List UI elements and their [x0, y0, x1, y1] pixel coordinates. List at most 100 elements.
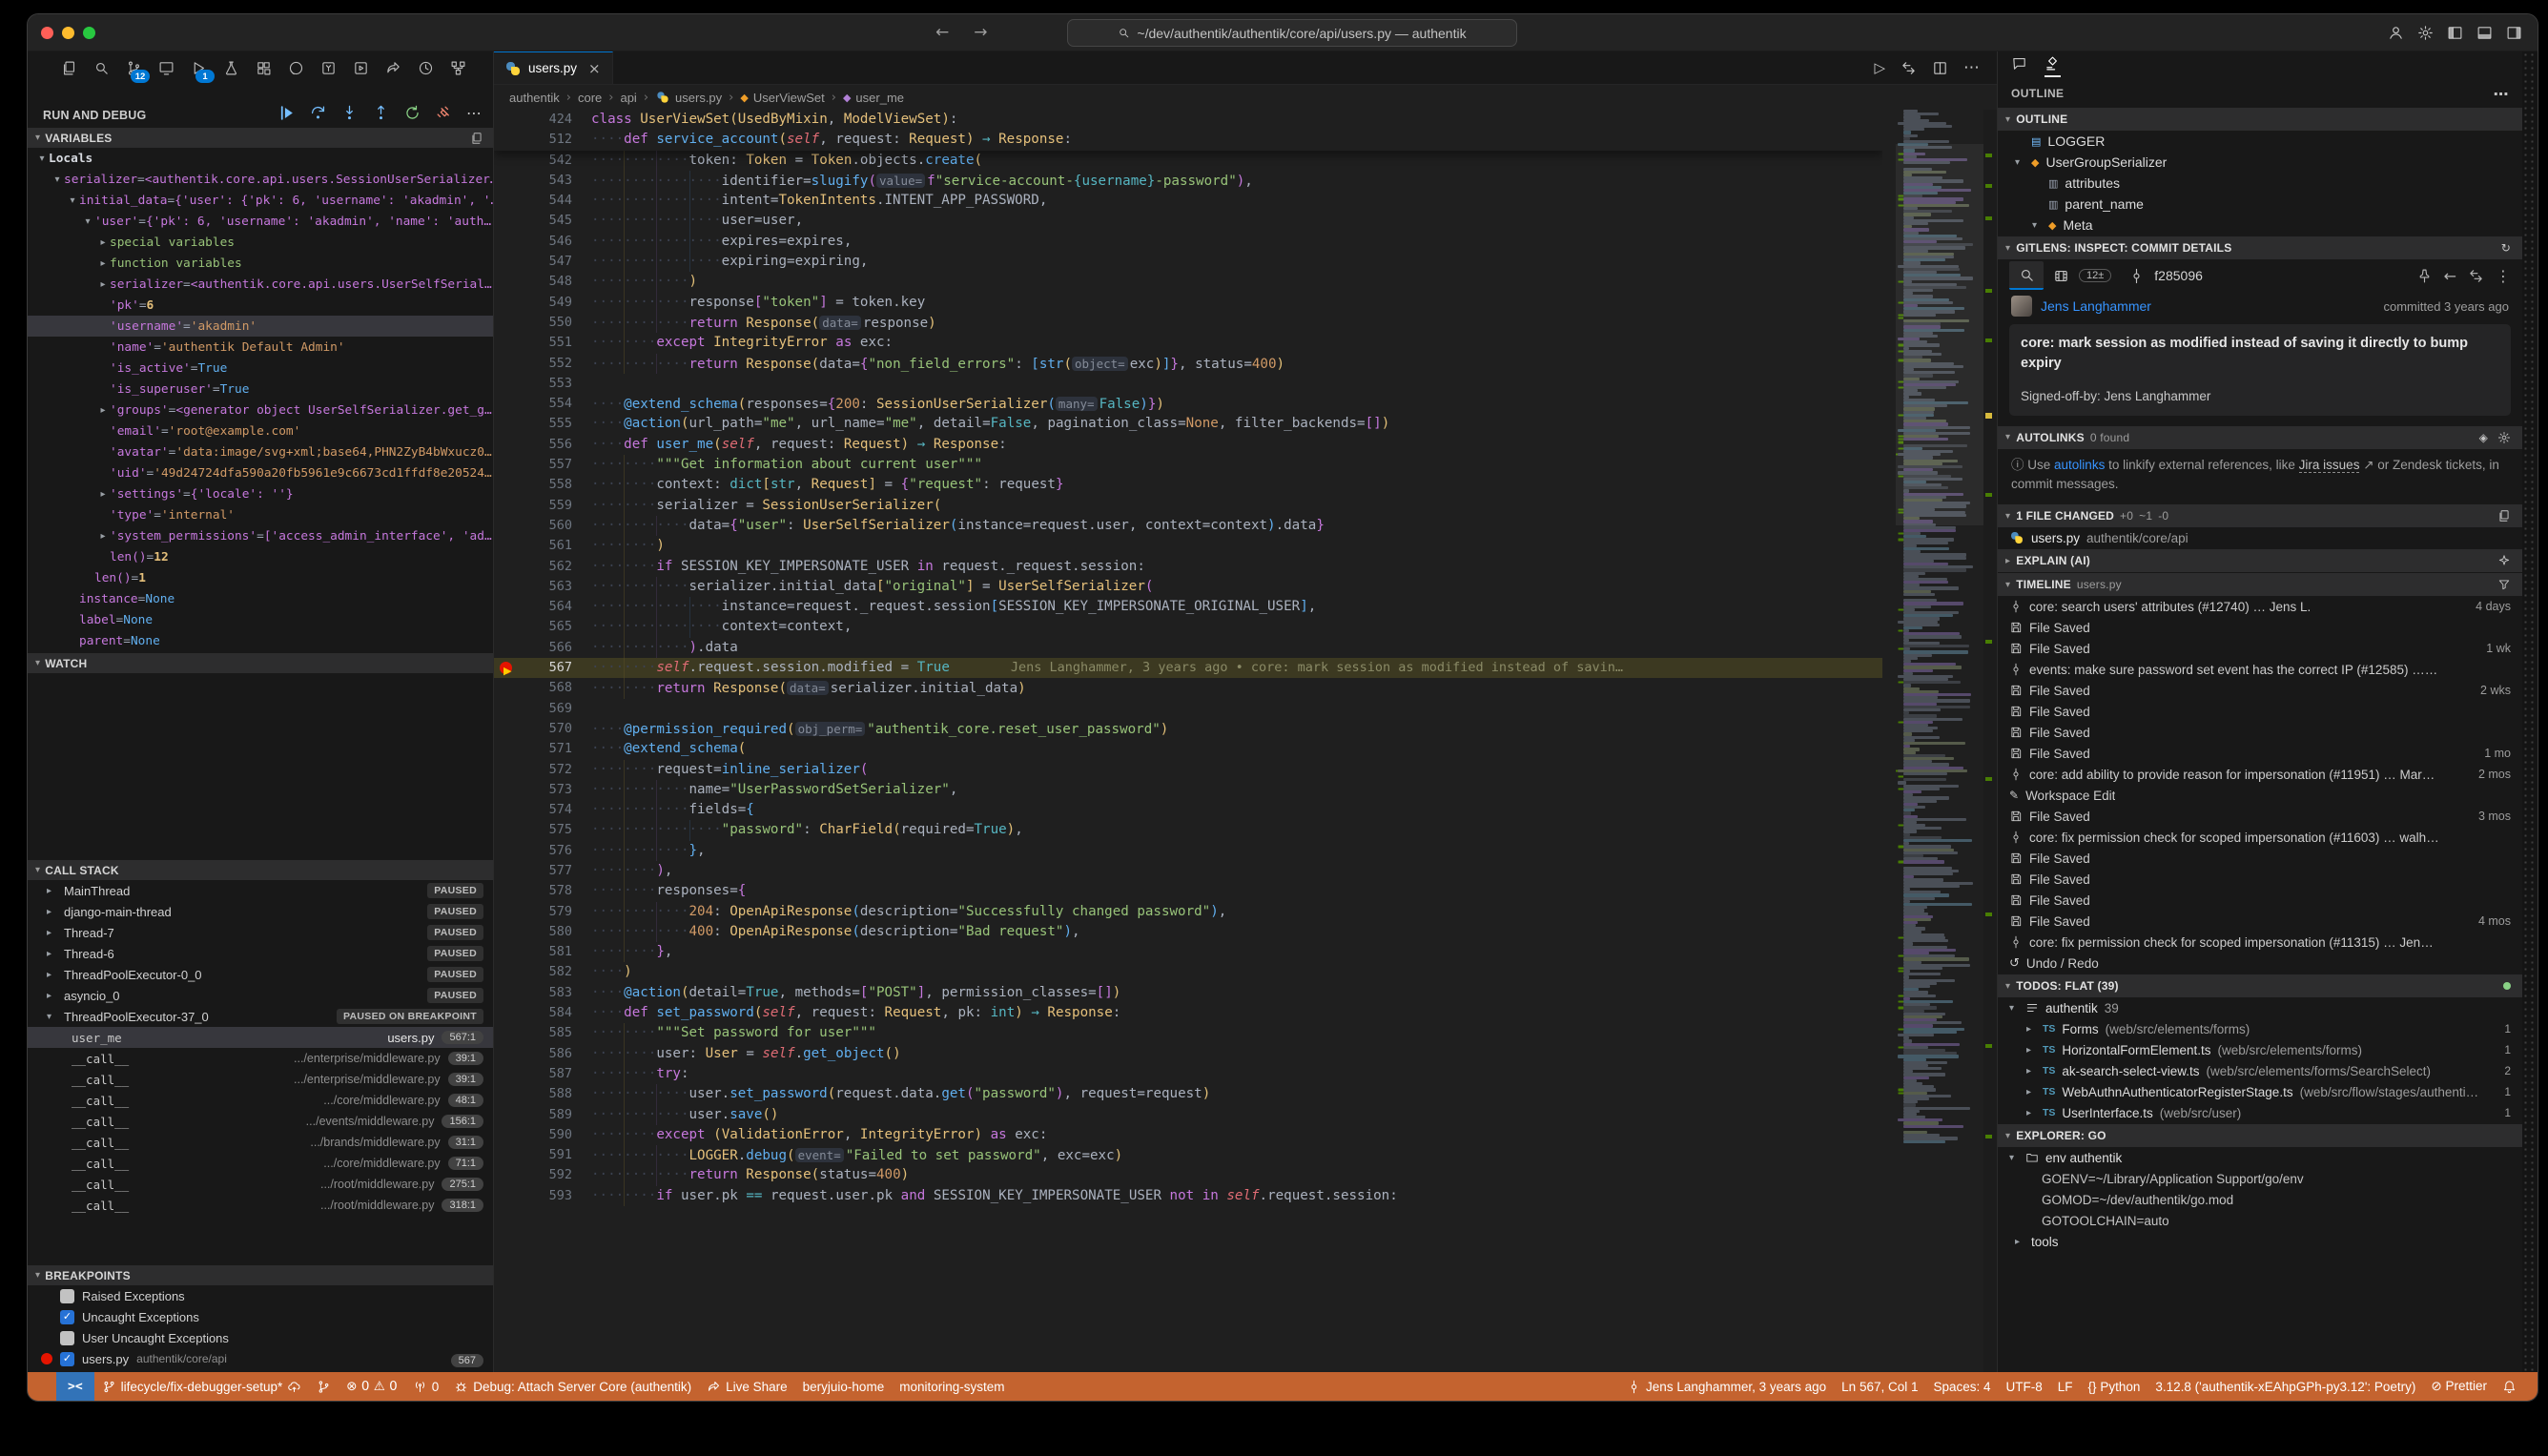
explorer-go-section-header[interactable]: ▾EXPLORER: GO — [1998, 1123, 2522, 1147]
gutter[interactable] — [494, 496, 523, 516]
variable-row[interactable]: ▸special variables — [28, 232, 493, 253]
activity-item-live-share[interactable] — [380, 55, 405, 80]
outline-item-attributes[interactable]: ▥attributes — [1998, 173, 2522, 194]
breakpoint-checkbox[interactable] — [60, 1289, 74, 1303]
filter-icon[interactable] — [2497, 578, 2511, 591]
split-editor-icon[interactable] — [1932, 60, 1948, 76]
gutter[interactable] — [494, 820, 523, 840]
todo-root-authentik[interactable]: ▾authentik39 — [1998, 997, 2522, 1018]
back-icon[interactable]: ← — [2444, 267, 2456, 285]
restart-button[interactable] — [403, 104, 421, 122]
code-line[interactable]: 569 — [494, 699, 1882, 719]
commit-author-link[interactable]: Jens Langhammer — [2041, 298, 2151, 314]
close-window-button[interactable] — [41, 27, 53, 39]
variable-row[interactable]: ▸serializer = <authentik.core.api.users.… — [28, 274, 493, 295]
timeline-item[interactable]: events: make sure password set event has… — [1998, 659, 2522, 680]
breakpoint-checkbox[interactable]: ✓ — [60, 1310, 74, 1324]
layout-sidebar-left-icon[interactable] — [2447, 25, 2463, 41]
call-stack-thread[interactable]: ▸Thread-6PAUSED — [28, 943, 493, 964]
gutter[interactable] — [494, 780, 523, 800]
timeline-section-header[interactable]: ▾TIMELINE users.py — [1998, 572, 2522, 596]
code-line[interactable]: 559········serializer = SessionUserSeria… — [494, 496, 1882, 516]
window-controls[interactable] — [41, 27, 95, 39]
code-line[interactable]: 565················context=context, — [494, 617, 1882, 637]
kebab-menu-icon[interactable]: ⋮ — [2496, 267, 2511, 285]
variable-row[interactable]: instance = None — [28, 588, 493, 609]
code-line[interactable]: 543················identifier=slugify(va… — [494, 171, 1882, 191]
call-stack-frame[interactable]: __call__.../enterprise/middleware.py39:1 — [28, 1069, 493, 1090]
gutter[interactable] — [494, 577, 523, 597]
autolink-icon[interactable]: ◈ — [2479, 431, 2488, 444]
sticky-line[interactable]: 424class UserViewSet(UsedByMixin, ModelV… — [494, 110, 1882, 130]
timeline-item[interactable]: core: add ability to provide reason for … — [1998, 764, 2522, 785]
gutter[interactable] — [494, 171, 523, 191]
code-line[interactable]: 558········context: dict[str, Request] =… — [494, 475, 1882, 495]
gutter[interactable] — [494, 617, 523, 637]
variable-row[interactable]: 'is_superuser' = True — [28, 379, 493, 400]
minimap-viewport[interactable] — [1896, 144, 1983, 525]
statusbar-monitoring-system[interactable]: monitoring-system — [892, 1380, 1012, 1394]
code-line[interactable]: 574············fields={ — [494, 800, 1882, 820]
activity-item-github-actions[interactable] — [348, 55, 373, 80]
code-area[interactable]: 542············token: Token = Token.obje… — [494, 151, 1882, 1206]
gutter[interactable] — [494, 719, 523, 739]
statusbar-indentation[interactable]: Spaces: 4 — [1925, 1380, 1998, 1394]
timeline-item[interactable]: ✎Workspace Edit — [1998, 785, 2522, 806]
code-line[interactable]: 552············return Response(data={"no… — [494, 354, 1882, 374]
activity-item-search[interactable] — [89, 55, 113, 80]
gutter[interactable] — [494, 333, 523, 353]
timeline-item[interactable]: core: fix permission check for scoped im… — [1998, 932, 2522, 953]
gutter[interactable] — [494, 922, 523, 942]
variable-row[interactable]: 'email' = 'root@example.com' — [28, 420, 493, 441]
step-out-button[interactable] — [372, 104, 390, 122]
variable-row[interactable]: 'avatar' = 'data:image/svg+xml;base64,PH… — [28, 441, 493, 462]
explain-ai-section-header[interactable]: ▸EXPLAIN (AI) — [1998, 548, 2522, 572]
code-line[interactable]: 583····@action(detail=True, methods=["PO… — [494, 983, 1882, 1003]
call-stack-section-header[interactable]: ▾ CALL STACK — [28, 860, 493, 880]
code-line[interactable]: 544················intent=TokenIntents.I… — [494, 191, 1882, 211]
gutter[interactable] — [494, 739, 523, 759]
changed-file-row[interactable]: users.py authentik/core/api — [1998, 527, 2522, 548]
gutter[interactable] — [494, 475, 523, 495]
code-line[interactable]: 573············name="UserPasswordSetSeri… — [494, 780, 1882, 800]
statusbar-problems[interactable]: ⊗ 0 ⚠ 0 — [339, 1379, 404, 1394]
outline-section-header[interactable]: ▾OUTLINE — [1998, 107, 2522, 131]
activity-item-testing[interactable] — [218, 55, 243, 80]
minimize-window-button[interactable] — [62, 27, 74, 39]
code-line[interactable]: 562········if SESSION_KEY_IMPERSONATE_US… — [494, 557, 1882, 577]
gutter[interactable] — [494, 861, 523, 881]
watch-section-header[interactable]: ▾ WATCH — [28, 653, 493, 673]
gutter[interactable] — [494, 110, 523, 130]
variable-row[interactable]: 'pk' = 6 — [28, 295, 493, 316]
breadcrumb-item-userviewset[interactable]: ◆UserViewSet — [740, 91, 824, 105]
call-stack-thread[interactable]: ▾ThreadPoolExecutor-37_0PAUSED ON BREAKP… — [28, 1006, 493, 1027]
layout-sidebar-right-icon[interactable] — [2506, 25, 2522, 41]
code-line[interactable]: 585········"""Set password for user""" — [494, 1023, 1882, 1043]
call-stack-frame[interactable]: user_meusers.py567:1 — [28, 1027, 493, 1048]
variable-row[interactable]: ▾serializer = <authentik.core.api.users.… — [28, 169, 493, 190]
gutter[interactable] — [494, 354, 523, 374]
account-icon[interactable] — [2388, 25, 2404, 41]
code-line[interactable]: 579············204: OpenApiResponse(desc… — [494, 902, 1882, 922]
gutter[interactable] — [494, 293, 523, 313]
code-line[interactable]: 557········"""Get information about curr… — [494, 455, 1882, 475]
variable-row[interactable]: 'uid' = '49d24724dfa590a20fb5961e9c6673c… — [28, 462, 493, 483]
variable-row[interactable]: 'is_active' = True — [28, 358, 493, 379]
gutter[interactable] — [494, 455, 523, 475]
call-stack-frame[interactable]: __call__.../events/middleware.py156:1 — [28, 1111, 493, 1132]
gutter[interactable] — [494, 1125, 523, 1145]
activity-item-extensions[interactable] — [251, 55, 276, 80]
breakpoint-checkbox[interactable]: ✓ — [60, 1352, 74, 1366]
call-stack-thread[interactable]: ▸ThreadPoolExecutor-0_0PAUSED — [28, 964, 493, 985]
gutter[interactable] — [494, 252, 523, 272]
call-stack-thread[interactable]: ▸Thread-7PAUSED — [28, 922, 493, 943]
timeline-item[interactable]: File Saved — [1998, 848, 2522, 869]
call-stack-frame[interactable]: __call__.../root/middleware.py275:1 — [28, 1174, 493, 1195]
outline-item-parent_name[interactable]: ▥parent_name — [1998, 194, 2522, 215]
call-stack-thread[interactable]: ▸MainThreadPAUSED — [28, 880, 493, 901]
gutter[interactable] — [494, 1145, 523, 1165]
code-line[interactable]: 578········responses={ — [494, 881, 1882, 901]
activity-item-github[interactable] — [283, 55, 308, 80]
call-stack-thread[interactable]: ▸django-main-threadPAUSED — [28, 901, 493, 922]
todo-file-row[interactable]: ▸TSak-search-select-view.ts(web/src/elem… — [1998, 1060, 2522, 1081]
